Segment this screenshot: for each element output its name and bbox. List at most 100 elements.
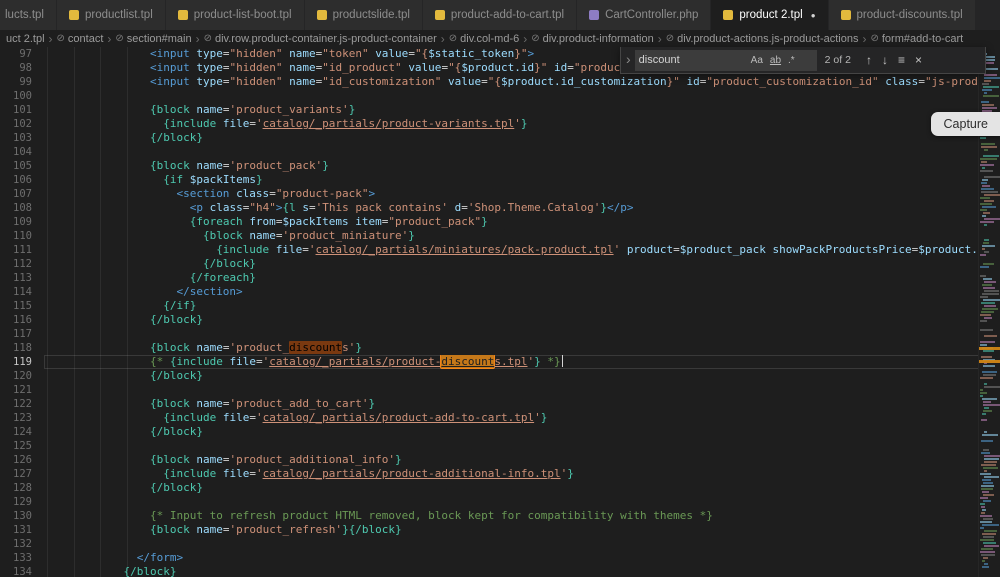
symbol-icon: ⊘: [57, 33, 65, 44]
tab-bar: lucts.tplproductlist.tplproduct-list-boo…: [0, 0, 1000, 30]
code-line[interactable]: 109 {foreach from=$packItems item="produ…: [0, 215, 1000, 229]
match-case-icon[interactable]: Aa: [748, 54, 766, 67]
tpl-file-icon: [841, 10, 851, 20]
code-line[interactable]: 100: [0, 89, 1000, 103]
breadcrumb-item[interactable]: ⊘div.product-information: [531, 33, 653, 45]
code-line[interactable]: 112 {/block}: [0, 257, 1000, 271]
breadcrumb-item[interactable]: ⊘div.product-actions.js-product-actions: [666, 33, 859, 45]
code-line[interactable]: 128 {/block}: [0, 481, 1000, 495]
tab-productslide-tpl[interactable]: productslide.tpl: [305, 0, 423, 30]
tab-cartcontroller-php[interactable]: CartController.php: [577, 0, 711, 30]
tpl-file-icon: [723, 10, 733, 20]
code-line[interactable]: 116 {/block}: [0, 313, 1000, 327]
line-content: {/block}: [44, 369, 1000, 383]
breadcrumb-item[interactable]: ⊘form#add-to-cart: [870, 33, 963, 45]
line-number: 113: [0, 271, 44, 285]
code-line[interactable]: 120 {/block}: [0, 369, 1000, 383]
code-line[interactable]: 105 {block name='product_pack'}: [0, 159, 1000, 173]
code-line[interactable]: 107 <section class="product-pack">: [0, 187, 1000, 201]
close-find-button[interactable]: ×: [910, 53, 927, 67]
code-line[interactable]: 113 {/foreach}: [0, 271, 1000, 285]
code-area[interactable]: 97 <input type="hidden" name="token" val…: [0, 47, 1000, 577]
line-number: 120: [0, 369, 44, 383]
regex-icon[interactable]: .*: [785, 54, 798, 67]
line-number: 117: [0, 327, 44, 341]
line-content: {block name='product_variants'}: [44, 103, 1000, 117]
code-line[interactable]: 104: [0, 145, 1000, 159]
toggle-replace-icon[interactable]: ›: [624, 51, 635, 69]
line-content: {* Input to refresh product HTML removed…: [44, 509, 1000, 523]
editor[interactable]: 97 <input type="hidden" name="token" val…: [0, 47, 1000, 577]
code-line[interactable]: 127 {include file='catalog/_partials/pro…: [0, 467, 1000, 481]
code-line[interactable]: 118 {block name='product_discounts'}: [0, 341, 1000, 355]
code-line[interactable]: 110 {block name='product_miniature'}: [0, 229, 1000, 243]
code-line[interactable]: 123 {include file='catalog/_partials/pro…: [0, 411, 1000, 425]
line-content: {/block}: [44, 481, 1000, 495]
line-content: [44, 145, 1000, 159]
code-line[interactable]: 121: [0, 383, 1000, 397]
code-line[interactable]: 124 {/block}: [0, 425, 1000, 439]
breadcrumb-item[interactable]: ⊘div.row.product-container.js-product-co…: [204, 33, 437, 45]
code-line[interactable]: 122 {block name='product_add_to_cart'}: [0, 397, 1000, 411]
find-input[interactable]: [639, 54, 747, 66]
code-line[interactable]: 102 {include file='catalog/_partials/pro…: [0, 117, 1000, 131]
breadcrumb-item[interactable]: ⊘section#main: [115, 33, 191, 45]
code-line[interactable]: 131 {block name='product_refresh'}{/bloc…: [0, 523, 1000, 537]
breadcrumb-label: form#add-to-cart: [882, 33, 963, 45]
line-number: 100: [0, 89, 44, 103]
line-content: {block name='product_discounts'}: [44, 341, 1000, 355]
code-line[interactable]: 134 {/block}: [0, 565, 1000, 577]
whole-word-icon[interactable]: ab: [767, 54, 784, 67]
code-line[interactable]: 111 {include file='catalog/_partials/min…: [0, 243, 1000, 257]
code-line[interactable]: 130 {* Input to refresh product HTML rem…: [0, 509, 1000, 523]
line-content: {/block}: [44, 257, 1000, 271]
line-number: 121: [0, 383, 44, 397]
line-number: 116: [0, 313, 44, 327]
code-line[interactable]: 129: [0, 495, 1000, 509]
line-content: [44, 495, 1000, 509]
find-widget: › Aa ab .* 2 of 2 ↑ ↓ ≡ ×: [620, 47, 986, 74]
tab-label: CartController.php: [605, 9, 698, 21]
code-line[interactable]: 125: [0, 439, 1000, 453]
code-line[interactable]: 101 {block name='product_variants'}: [0, 103, 1000, 117]
code-line[interactable]: 99 <input type="hidden" name="id_customi…: [0, 75, 1000, 89]
tab-label: product-discounts.tpl: [857, 9, 963, 21]
breadcrumb-label: contact: [68, 33, 103, 45]
code-line[interactable]: 132: [0, 537, 1000, 551]
symbol-icon: ⊘: [115, 33, 123, 44]
code-line[interactable]: 114 </section>: [0, 285, 1000, 299]
line-number: 118: [0, 341, 44, 355]
code-line[interactable]: 119 {* {include file='catalog/_partials/…: [0, 355, 1000, 369]
tab-product-2-tpl[interactable]: product 2.tpl●: [711, 0, 828, 30]
line-content: {foreach from=$packItems item="product_p…: [44, 215, 1000, 229]
tab-product-discounts-tpl[interactable]: product-discounts.tpl: [829, 0, 976, 30]
line-number: 126: [0, 453, 44, 467]
code-line[interactable]: 126 {block name='product_additional_info…: [0, 453, 1000, 467]
breadcrumb-item[interactable]: ⊘div.col-md-6: [449, 33, 519, 45]
code-line[interactable]: 115 {/if}: [0, 299, 1000, 313]
capture-button[interactable]: Capture: [931, 112, 1000, 136]
code-line[interactable]: 117: [0, 327, 1000, 341]
tab-lucts-tpl[interactable]: lucts.tpl: [0, 0, 57, 30]
tpl-file-icon: [317, 10, 327, 20]
breadcrumb-item[interactable]: uct 2.tpl: [6, 33, 45, 45]
line-number: 123: [0, 411, 44, 425]
line-content: {/block}: [44, 131, 1000, 145]
code-line[interactable]: 103 {/block}: [0, 131, 1000, 145]
vscode-window: lucts.tplproductlist.tplproduct-list-boo…: [0, 0, 1000, 577]
find-in-selection-button[interactable]: ≡: [893, 53, 910, 67]
line-content: {block name='product_refresh'}{/block}: [44, 523, 1000, 537]
tab-product-add-to-cart-tpl[interactable]: product-add-to-cart.tpl: [423, 0, 577, 30]
line-number: 103: [0, 131, 44, 145]
breadcrumb-item[interactable]: ⊘contact: [57, 33, 104, 45]
code-line[interactable]: 106 {if $packItems}: [0, 173, 1000, 187]
next-match-button[interactable]: ↓: [877, 53, 893, 67]
tab-productlist-tpl[interactable]: productlist.tpl: [57, 0, 166, 30]
previous-match-button[interactable]: ↑: [861, 53, 877, 67]
breadcrumb: uct 2.tpl›⊘contact›⊘section#main›⊘div.ro…: [0, 30, 1000, 47]
breadcrumb-separator-icon: ›: [49, 32, 53, 46]
code-line[interactable]: 108 <p class="h4">{l s='This pack contai…: [0, 201, 1000, 215]
code-line[interactable]: 133 </form>: [0, 551, 1000, 565]
line-number: 119: [0, 355, 44, 369]
tab-product-list-boot-tpl[interactable]: product-list-boot.tpl: [166, 0, 305, 30]
